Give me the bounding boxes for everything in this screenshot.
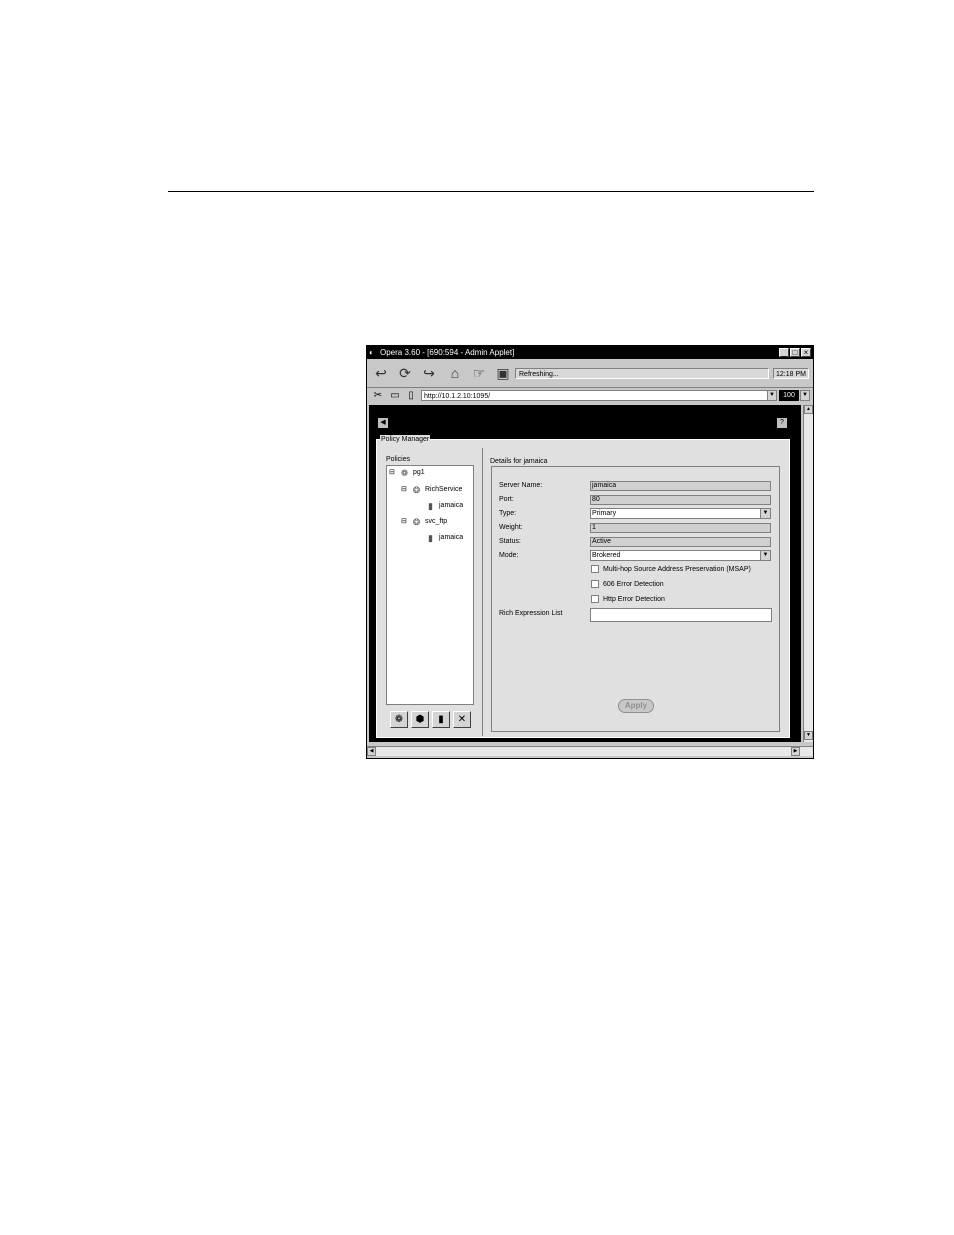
policy-manager-title: Policy Manager: [380, 435, 431, 444]
http-error-label: Http Error Detection: [603, 595, 665, 603]
url-input[interactable]: http://10.1.2.10:1095/: [421, 390, 777, 401]
chevron-down-icon[interactable]: ▼: [760, 551, 770, 560]
scroll-left-icon[interactable]: ◀: [367, 747, 376, 756]
tree-expander[interactable]: ⊟: [401, 517, 407, 527]
error-606-checkbox[interactable]: 606 Error Detection: [591, 580, 664, 589]
rich-expression-input[interactable]: [590, 608, 772, 622]
server-icon: ▮: [428, 501, 433, 511]
type-select-value: Primary: [592, 510, 617, 517]
applet-area: ◀ ? Policy Manager Policies ⊟ ❁ pg1 ⊟ ❂ …: [369, 405, 801, 742]
clock-field: 12:18 PM: [773, 368, 809, 379]
title-bar: ◐ Opera 3.60 - [690:594 - Admin Applet] …: [367, 346, 813, 359]
home-icon[interactable]: ⌂: [447, 365, 463, 381]
status-label: Status:: [499, 538, 521, 545]
horizontal-scrollbar[interactable]: ◀ ▶: [367, 746, 813, 756]
policies-panel: Policies ⊟ ❁ pg1 ⊟ ❂ RichService ▮ jamai…: [378, 448, 483, 736]
scroll-down-icon[interactable]: ▼: [804, 731, 813, 740]
page-rule: [168, 191, 814, 192]
tree-expander[interactable]: ⊟: [389, 468, 395, 478]
tree-node-richservice[interactable]: RichService: [425, 485, 462, 495]
opera-icon: ◐: [369, 348, 374, 357]
nav-back-icon[interactable]: ◀: [378, 418, 388, 428]
forward-icon[interactable]: ↪: [421, 365, 437, 381]
error-606-label: 606 Error Detection: [603, 580, 664, 588]
server-icon: ▮: [438, 714, 444, 725]
details-title: Details for jamaica: [490, 458, 548, 465]
details-panel: Server Name: jamaica Port: 80 Type: Prim…: [491, 466, 780, 732]
tree-node-jamaica[interactable]: jamaica: [439, 501, 463, 511]
hotlist-icon[interactable]: ☞: [471, 365, 487, 381]
tree-node-pg1[interactable]: pg1: [413, 468, 425, 478]
help-icon[interactable]: ?: [777, 418, 787, 428]
chevron-down-icon[interactable]: ▼: [760, 509, 770, 518]
port-label: Port:: [499, 496, 514, 503]
checkbox-box[interactable]: [591, 565, 599, 573]
http-error-checkbox[interactable]: Http Error Detection: [591, 595, 665, 604]
status-field: Refreshing...: [515, 368, 769, 379]
vertical-scrollbar[interactable]: ▲ ▼: [803, 405, 813, 742]
group-icon: ❁: [394, 714, 404, 725]
url-dropdown-arrow-icon[interactable]: ▼: [767, 390, 777, 401]
policy-manager-panel: Policy Manager Policies ⊟ ❁ pg1 ⊟ ❂ Rich…: [376, 435, 790, 738]
tree-node-svc-ftp[interactable]: svc_ftp: [425, 517, 447, 527]
msap-label: Multi-hop Source Address Preservation (M…: [603, 565, 751, 573]
msap-checkbox[interactable]: Multi-hop Source Address Preservation (M…: [591, 565, 751, 574]
rich-expression-label: Rich Expression List: [499, 610, 563, 617]
apply-button[interactable]: Apply: [618, 699, 654, 713]
type-select[interactable]: Primary ▼: [590, 508, 771, 519]
main-toolbar: ↩ ⟳ ↪ ⌂ ☞ ▣ Refreshing... 12:18 PM: [367, 359, 813, 388]
server-icon: ▮: [428, 533, 433, 543]
zoom-field[interactable]: 100: [779, 390, 799, 401]
type-label: Type:: [499, 510, 517, 517]
close-button[interactable]: ×: [801, 348, 811, 357]
window-icon[interactable]: ▭: [389, 390, 401, 402]
port-field: 80: [590, 495, 771, 505]
page-icon[interactable]: ▯: [405, 390, 417, 402]
mode-select-value: Brokered: [592, 552, 621, 559]
add-server-button[interactable]: ▮: [432, 711, 450, 728]
checkbox-box[interactable]: [591, 580, 599, 588]
scroll-right-icon[interactable]: ▶: [791, 747, 800, 756]
policy-tree: ⊟ ❁ pg1 ⊟ ❂ RichService ▮ jamaica ⊟ ❂ sv…: [386, 465, 474, 705]
zoom-dropdown-arrow-icon[interactable]: ▼: [800, 390, 810, 401]
status-field-value: Active: [590, 537, 771, 547]
tree-node-jamaica[interactable]: jamaica: [439, 533, 463, 543]
maximize-button[interactable]: □: [790, 348, 800, 357]
mode-select[interactable]: Brokered ▼: [590, 550, 771, 561]
server-name-label: Server Name:: [499, 482, 543, 489]
policies-label: Policies: [386, 456, 411, 463]
window-title: Opera 3.60 - [690:594 - Admin Applet]: [380, 348, 515, 357]
service-icon: ⬢: [415, 714, 425, 725]
scroll-up-icon[interactable]: ▲: [804, 405, 813, 414]
weight-label: Weight:: [499, 524, 523, 531]
browser-window: ◐ Opera 3.60 - [690:594 - Admin Applet] …: [366, 345, 814, 759]
remove-button[interactable]: ✕: [453, 711, 471, 728]
cut-icon[interactable]: ✂: [372, 390, 384, 402]
weight-field: 1: [590, 523, 771, 533]
reload-icon[interactable]: ⟳: [397, 365, 413, 381]
checkbox-box[interactable]: [591, 595, 599, 603]
add-service-button[interactable]: ⬢: [411, 711, 429, 728]
add-group-button[interactable]: ❁: [390, 711, 408, 728]
group-icon: ❁: [400, 468, 409, 478]
service-icon: ❂: [412, 485, 421, 495]
stop-icon[interactable]: ▣: [495, 365, 511, 381]
tree-expander[interactable]: ⊟: [401, 485, 407, 495]
back-icon[interactable]: ↩: [373, 365, 389, 381]
mode-label: Mode:: [499, 552, 519, 559]
service-icon: ❂: [412, 517, 421, 527]
server-name-field: jamaica: [590, 481, 771, 491]
minimize-button[interactable]: _: [779, 348, 789, 357]
address-bar: ✂ ▭ ▯ http://10.1.2.10:1095/ ▼ 100 ▼: [367, 388, 813, 404]
